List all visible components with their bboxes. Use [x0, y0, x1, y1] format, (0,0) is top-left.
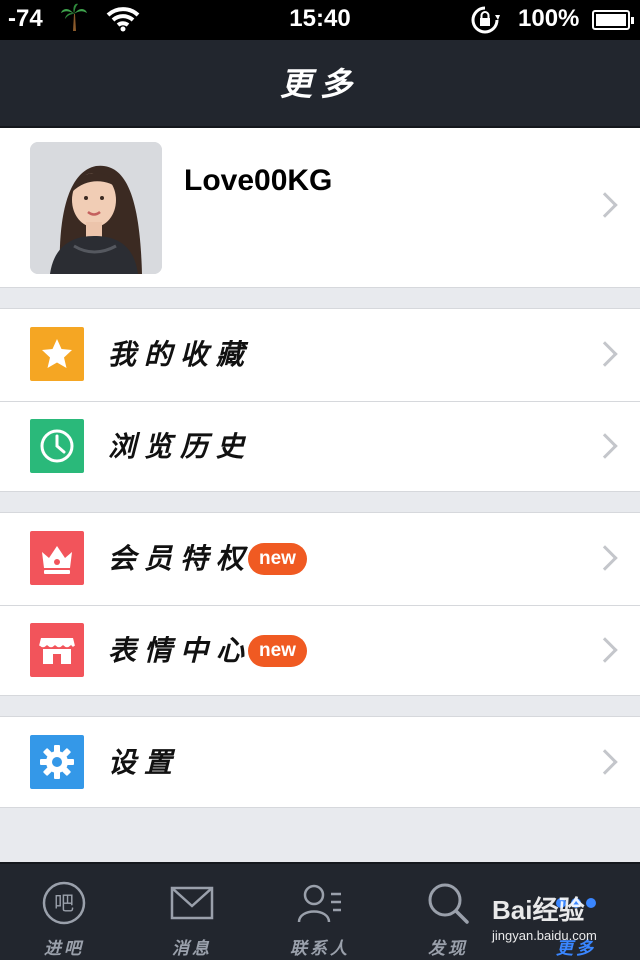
battery-icon [592, 10, 634, 30]
menu-label-settings: 设置 [108, 746, 181, 779]
profile-card[interactable]: Love00KG [0, 128, 640, 288]
menu-item-favorites[interactable]: 我的收藏 [0, 309, 640, 400]
tab-messages[interactable]: 消息 [128, 864, 256, 960]
chevron-right-icon [592, 433, 618, 459]
menu-label-history: 浏览历史 [108, 430, 253, 463]
bar-icon: 吧 [42, 881, 86, 925]
chevron-right-icon [592, 637, 618, 663]
mail-icon [170, 886, 214, 920]
menu-item-vip[interactable]: 会员特权 new [0, 513, 640, 604]
star-icon [30, 327, 84, 381]
menu-item-settings[interactable]: 设置 [0, 717, 640, 808]
navigation-bar: 更多 [0, 40, 640, 128]
username: Love00KG [184, 164, 333, 197]
menu-label-vip: 会员特权 [108, 542, 253, 575]
tab-contacts[interactable]: 联系人 [256, 864, 384, 960]
menu-group-2: 会员特权 new 表情中心 new [0, 512, 640, 696]
baidu-watermark: Bai经验 jingyan.baidu.com [490, 888, 630, 950]
status-bar: -74 15:40 100% [0, 0, 640, 40]
menu-label-stickers: 表情中心 [108, 634, 253, 667]
menu-item-history[interactable]: 浏览历史 [0, 401, 640, 492]
svg-text:吧: 吧 [54, 891, 74, 915]
battery-percent: 100% [518, 5, 580, 32]
new-badge: new [248, 635, 307, 667]
shop-icon [30, 623, 84, 677]
tab-label: 联系人 [290, 939, 350, 959]
orientation-lock-icon [468, 5, 502, 42]
page-title: 更多 [279, 65, 360, 103]
tab-label: 进吧 [44, 939, 84, 959]
search-icon [428, 883, 469, 924]
avatar[interactable] [30, 142, 162, 274]
tab-bar-home[interactable]: 吧 进吧 [0, 864, 128, 960]
watermark-logo: Bai经验 [492, 895, 585, 925]
new-badge: new [248, 543, 307, 575]
menu-group-3: 设置 [0, 716, 640, 808]
clock-icon [30, 419, 84, 473]
chevron-right-icon [592, 749, 618, 775]
tab-label: 消息 [172, 939, 212, 959]
gear-icon [30, 735, 84, 789]
chevron-right-icon [592, 545, 618, 571]
menu-item-stickers[interactable]: 表情中心 new [0, 605, 640, 696]
watermark-url: jingyan.baidu.com [492, 928, 597, 943]
chevron-right-icon [592, 341, 618, 367]
crown-icon [30, 531, 84, 585]
menu-group-1: 我的收藏 浏览历史 [0, 308, 640, 492]
menu-label-favorites: 我的收藏 [108, 338, 253, 371]
contacts-icon [297, 884, 341, 923]
